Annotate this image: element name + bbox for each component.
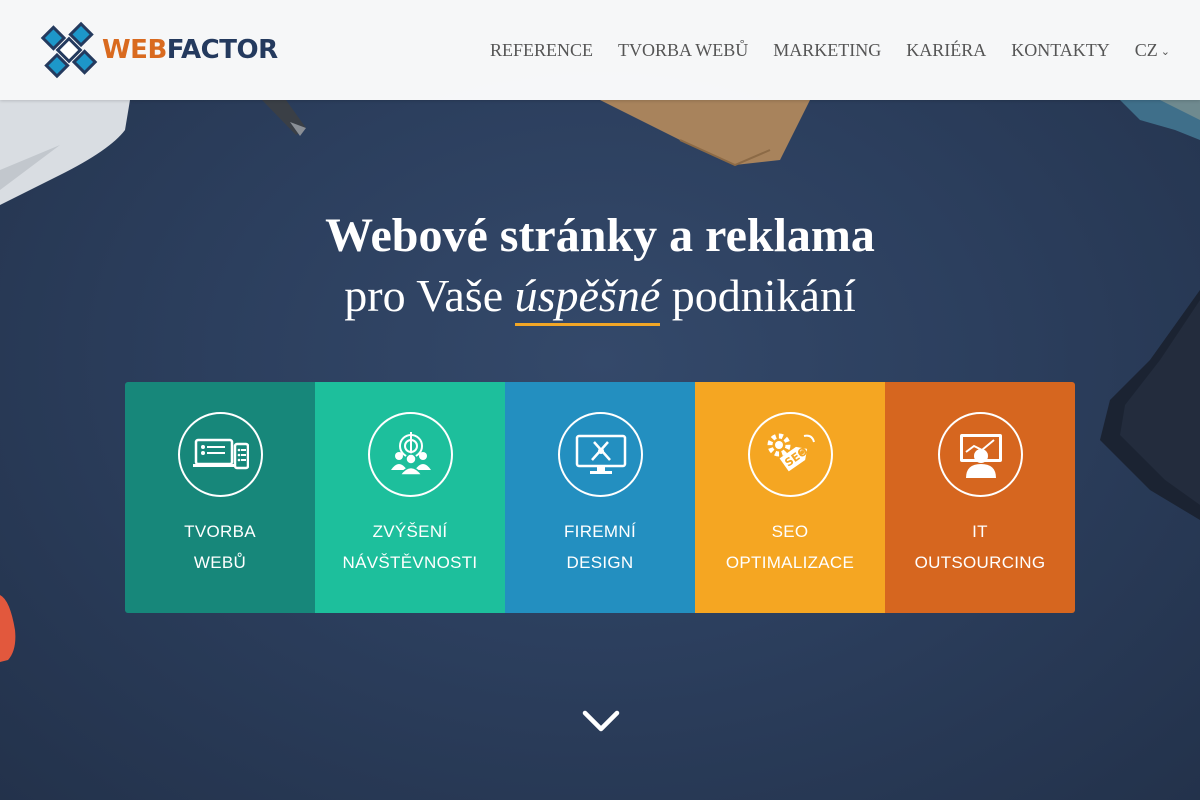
headline-line2-start: pro Vaše: [344, 270, 515, 321]
tile-label-line1: TVORBA: [184, 522, 256, 541]
tile-it-outsourcing[interactable]: IT OUTSOURCING: [885, 382, 1075, 613]
headline-line2-end: podnikání: [660, 270, 856, 321]
service-tiles: TVORBA WEBŮ ZVÝŠENÍ NÁVŠTĚVNOSTI FIREMNÍ…: [125, 382, 1075, 613]
tile-seo-optimalizace[interactable]: SEO SEO OPTIMALIZACE: [695, 382, 885, 613]
headline-line1: Webové stránky a reklama: [325, 209, 875, 262]
language-label: CZ: [1134, 39, 1158, 60]
tile-label-line2: DESIGN: [566, 553, 634, 572]
scroll-down-chevron-icon[interactable]: [581, 705, 621, 737]
tile-label-line2: WEBŮ: [193, 553, 247, 572]
it-person-monitor-icon: [938, 412, 1023, 497]
site-header: WEBFACTOR REFERENCE TVORBA WEBŮ MARKETIN…: [0, 0, 1200, 100]
tile-label-line2: NÁVŠTĚVNOSTI: [342, 553, 478, 572]
brand-logo[interactable]: WEBFACTOR: [40, 21, 278, 79]
nav-tvorba-webu[interactable]: TVORBA WEBŮ: [618, 40, 748, 61]
tile-label-line1: ZVÝŠENÍ: [372, 522, 448, 541]
tile-tvorba-webu[interactable]: TVORBA WEBŮ: [125, 382, 315, 613]
tile-label-line2: OUTSOURCING: [914, 553, 1046, 572]
tile-label-line1: FIREMNÍ: [564, 522, 636, 541]
seo-tag-icon: SEO: [748, 412, 833, 497]
nav-reference[interactable]: REFERENCE: [490, 40, 593, 61]
nav-marketing[interactable]: MARKETING: [773, 40, 881, 61]
chevron-down-icon: ⌄: [1160, 46, 1170, 58]
tile-firemni-design[interactable]: FIREMNÍ DESIGN: [505, 382, 695, 613]
logo-mark-icon: [40, 21, 98, 79]
tile-label-line1: IT: [972, 522, 988, 541]
tile-label-line1: SEO: [771, 522, 809, 541]
devices-icon: [178, 412, 263, 497]
nav-kariera[interactable]: KARIÉRA: [906, 40, 986, 61]
audience-target-icon: [368, 412, 453, 497]
main-navigation: REFERENCE TVORBA WEBŮ MARKETING KARIÉRA …: [465, 0, 1170, 100]
tile-label-line2: OPTIMALIZACE: [725, 553, 855, 572]
headline-emphasis: úspěšné: [514, 270, 661, 326]
nav-kontakty[interactable]: KONTAKTY: [1011, 40, 1110, 61]
design-monitor-icon: [558, 412, 643, 497]
brand-name: WEBFACTOR: [102, 35, 278, 65]
hero-headline: Webové stránky a reklama pro Vaše úspěšn…: [0, 206, 1200, 326]
headline-line2: pro Vaše úspěšné podnikání: [0, 266, 1200, 326]
language-selector[interactable]: CZ ⌄: [1135, 40, 1170, 61]
tile-zvyseni-navstevnosti[interactable]: ZVÝŠENÍ NÁVŠTĚVNOSTI: [315, 382, 505, 613]
